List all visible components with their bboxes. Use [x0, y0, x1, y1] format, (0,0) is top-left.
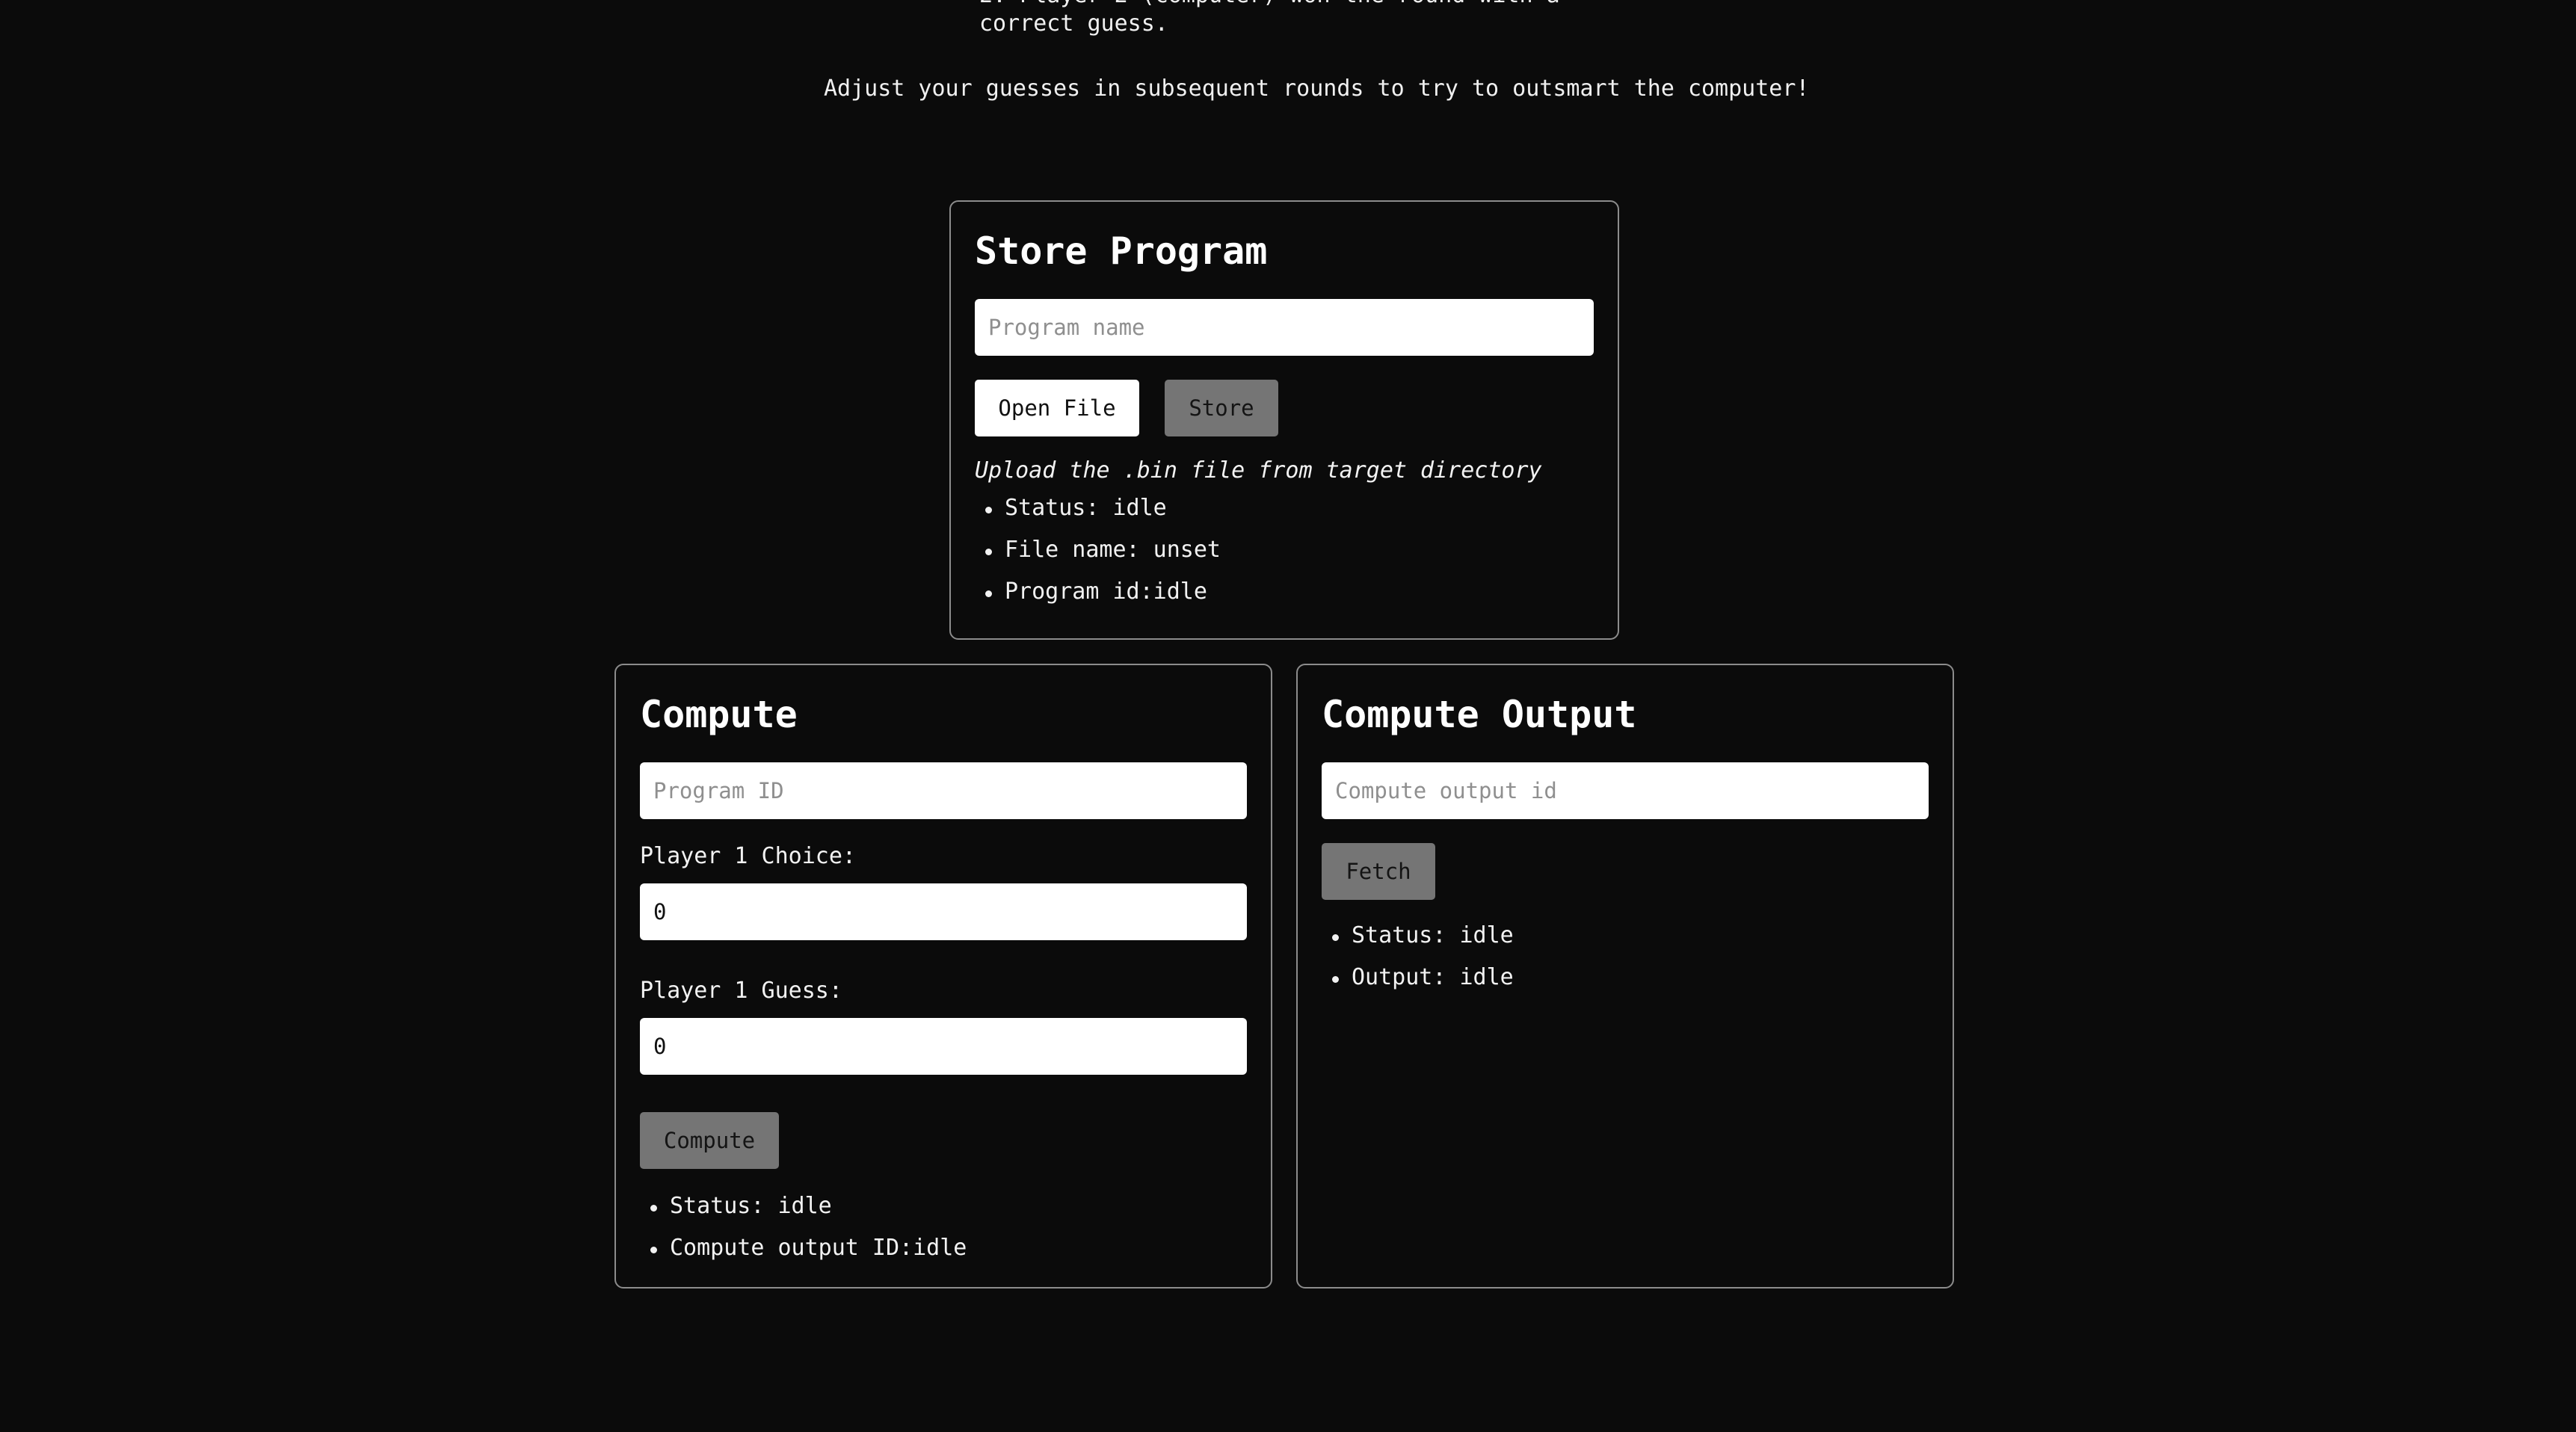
- compute-output-title: Compute Output: [1322, 693, 1637, 736]
- output-status: Status: idle: [1322, 915, 1514, 957]
- upload-hint: Upload the .bin file from target directo…: [975, 457, 1542, 484]
- intro-text-line: 2. Player 2 (computer) won the round wit…: [979, 0, 1560, 9]
- store-program-title: Store Program: [975, 229, 1268, 273]
- player-1-guess-label: Player 1 Guess:: [640, 978, 842, 1004]
- intro-text-line: correct guess.: [979, 10, 1168, 37]
- store-status-list: Status: idle File name: unset Program id…: [975, 487, 1221, 613]
- intro-instruction: Adjust your guesses in subsequent rounds…: [824, 75, 1810, 102]
- store-file-name: File name: unset: [975, 529, 1221, 571]
- output-status-list: Status: idle Output: idle: [1322, 915, 1514, 999]
- store-program-id: Program id:idle: [975, 571, 1221, 613]
- program-name-input[interactable]: [975, 299, 1594, 356]
- compute-button[interactable]: Compute: [640, 1112, 779, 1169]
- program-id-input[interactable]: [640, 762, 1247, 819]
- compute-card: Compute Player 1 Choice: Player 1 Guess:…: [614, 664, 1272, 1289]
- output-result: Output: idle: [1322, 957, 1514, 999]
- compute-title: Compute: [640, 693, 798, 736]
- compute-status-list: Status: idle Compute output ID:idle: [640, 1185, 967, 1269]
- compute-status: Status: idle: [640, 1185, 967, 1227]
- player-1-choice-label: Player 1 Choice:: [640, 843, 856, 869]
- player-1-choice-input[interactable]: [640, 883, 1247, 940]
- player-1-guess-input[interactable]: [640, 1018, 1247, 1075]
- compute-output-id-input[interactable]: [1322, 762, 1929, 819]
- fetch-button[interactable]: Fetch: [1322, 843, 1435, 900]
- store-button[interactable]: Store: [1165, 380, 1278, 436]
- store-program-card: Store Program Open File Store Upload the…: [949, 200, 1619, 640]
- compute-output-card: Compute Output Fetch Status: idle Output…: [1296, 664, 1954, 1289]
- open-file-button[interactable]: Open File: [975, 380, 1139, 436]
- compute-output-id: Compute output ID:idle: [640, 1227, 967, 1269]
- store-status: Status: idle: [975, 487, 1221, 529]
- page: 2. Player 2 (computer) won the round wit…: [0, 0, 2576, 1432]
